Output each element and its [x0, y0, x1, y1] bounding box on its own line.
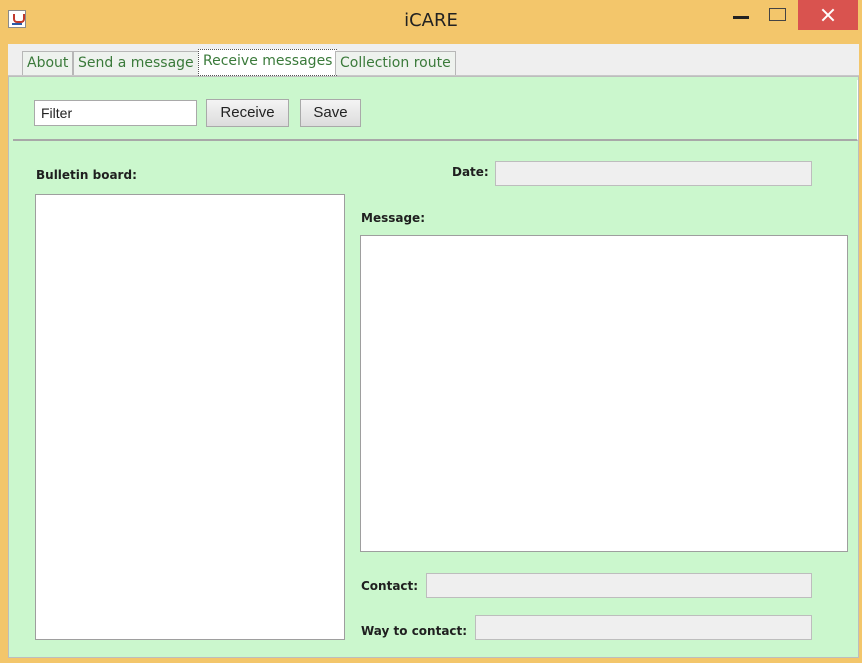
date-field[interactable]: [495, 161, 812, 186]
tab-send-a-message[interactable]: Send a message: [73, 51, 199, 75]
maximize-icon[interactable]: [760, 0, 796, 30]
message-label: Message:: [361, 211, 425, 225]
tab-about[interactable]: About: [22, 51, 74, 75]
date-label: Date:: [452, 165, 489, 179]
tab-receive-messages[interactable]: Receive messages: [198, 49, 338, 76]
client-area: About Send a message Receive messages Co…: [8, 44, 859, 658]
title-bar[interactable]: iCARE: [0, 0, 862, 44]
contact-label: Contact:: [361, 579, 419, 593]
message-textarea[interactable]: [360, 235, 848, 552]
contact-field[interactable]: [426, 573, 812, 598]
save-button[interactable]: Save: [300, 99, 361, 127]
bulletin-board-list[interactable]: [35, 194, 345, 640]
app-window: iCARE About Send a message Receive messa…: [0, 0, 862, 663]
close-icon[interactable]: [798, 0, 858, 30]
tab-collection-route[interactable]: Collection route: [335, 51, 456, 75]
filter-input[interactable]: Filter: [34, 100, 197, 126]
bulletin-board-label: Bulletin board:: [36, 168, 137, 182]
way-to-contact-field[interactable]: [475, 615, 812, 640]
tab-bar: About Send a message Receive messages Co…: [8, 44, 859, 76]
receive-button[interactable]: Receive: [206, 99, 289, 127]
way-to-contact-label: Way to contact:: [361, 624, 468, 638]
receive-messages-panel: Filter Receive Save Bulletin board: Date…: [8, 76, 859, 658]
minimize-icon[interactable]: [720, 0, 756, 30]
toolbar: Filter Receive Save: [13, 80, 858, 141]
